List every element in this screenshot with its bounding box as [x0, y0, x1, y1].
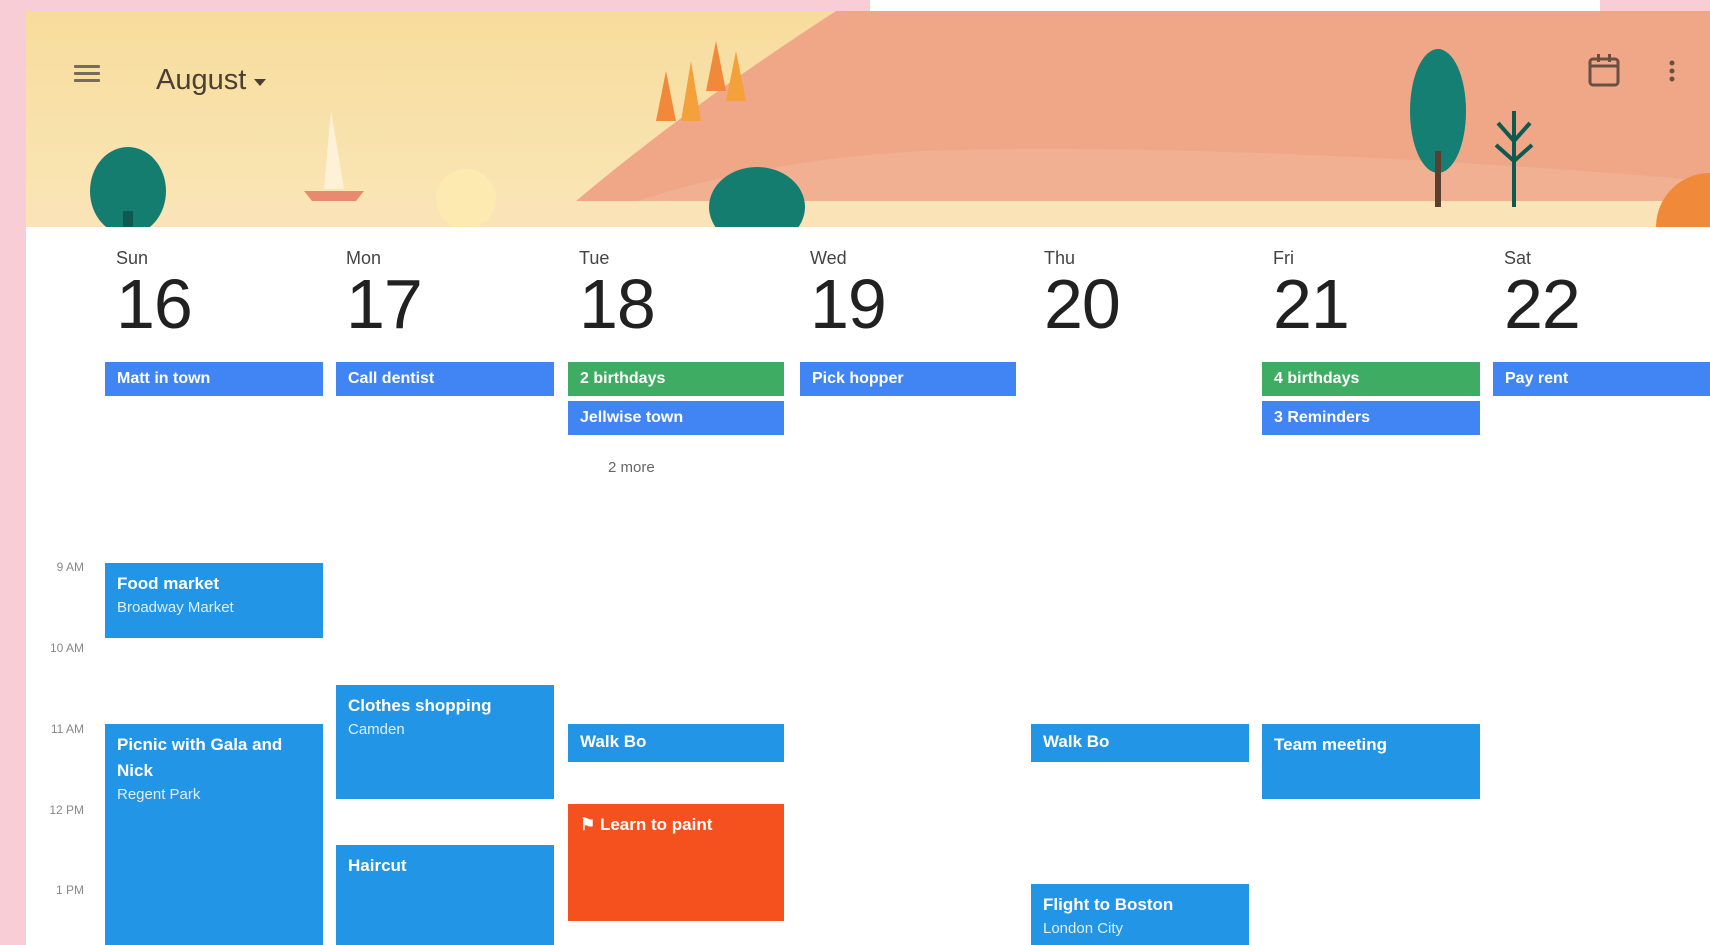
- more-events-link[interactable]: 2 more: [608, 459, 655, 476]
- event-flight-to-boston[interactable]: Flight to Boston London City: [1031, 884, 1249, 945]
- month-selector[interactable]: August: [156, 63, 267, 97]
- time-label: 9 AM: [56, 560, 84, 574]
- all-day-event[interactable]: Jellwise town: [568, 401, 784, 435]
- event-title: Clothes shopping: [348, 696, 492, 715]
- event-walk-bo[interactable]: Walk Bo: [1031, 724, 1249, 762]
- event-location: London City: [1043, 920, 1124, 937]
- hamburger-icon: [74, 65, 100, 68]
- top-strip: [870, 0, 1600, 11]
- calendar-today-icon: [1588, 54, 1620, 87]
- day-header-sun[interactable]: Sun 16: [116, 247, 316, 341]
- event-title: Food market: [117, 574, 220, 593]
- time-label: 1 PM: [55, 883, 84, 897]
- day-header-wed[interactable]: Wed 19: [810, 247, 1010, 341]
- day-number: 21: [1273, 265, 1350, 343]
- day-number: 16: [116, 265, 193, 343]
- time-label: 12 PM: [49, 803, 84, 817]
- event-title: Walk Bo: [1043, 732, 1110, 751]
- day-number: 18: [579, 265, 656, 343]
- all-day-event[interactable]: Call dentist: [336, 362, 554, 396]
- event-title: Picnic with Gala and Nick: [117, 735, 283, 780]
- event-location: Broadway Market: [117, 599, 234, 616]
- menu-button[interactable]: [70, 61, 104, 87]
- header-banner: August: [26, 11, 1710, 227]
- more-options-button[interactable]: [1662, 51, 1682, 91]
- day-header-mon[interactable]: Mon 17: [346, 247, 546, 341]
- all-day-event[interactable]: 2 birthdays: [568, 362, 784, 396]
- day-number: 19: [810, 265, 887, 343]
- event-title: Walk Bo: [580, 732, 647, 751]
- all-day-event[interactable]: Pick hopper: [800, 362, 1016, 396]
- month-label: August: [156, 63, 247, 96]
- landscape-illustration: [26, 11, 1710, 227]
- all-day-event[interactable]: 3 Reminders: [1262, 401, 1480, 435]
- all-day-event[interactable]: 4 birthdays: [1262, 362, 1480, 396]
- day-header-tue[interactable]: Tue 18: [579, 247, 779, 341]
- chevron-down-icon: [254, 78, 267, 86]
- calendar-app: August Sun 16 Mon 17 Tue 18 Wed 19 Thu 2…: [26, 11, 1710, 945]
- all-day-event[interactable]: Pay rent: [1493, 362, 1710, 396]
- event-title: Flight to Boston: [1043, 895, 1174, 914]
- event-team-meeting[interactable]: Team meeting: [1262, 724, 1480, 799]
- day-header-sat[interactable]: Sat 22: [1504, 247, 1704, 341]
- event-haircut[interactable]: Haircut: [336, 845, 554, 945]
- day-number: 22: [1504, 265, 1581, 343]
- day-header-fri[interactable]: Fri 21: [1273, 247, 1473, 341]
- event-food-market[interactable]: Food market Broadway Market: [105, 563, 323, 638]
- all-day-event[interactable]: Matt in town: [105, 362, 323, 396]
- event-picnic[interactable]: Picnic with Gala and Nick Regent Park: [105, 724, 323, 945]
- day-number: 20: [1044, 265, 1121, 343]
- event-title: Team meeting: [1274, 735, 1388, 754]
- event-title: ⚑ Learn to paint: [580, 815, 713, 834]
- event-location: Regent Park: [117, 786, 201, 803]
- today-button[interactable]: [1584, 49, 1624, 89]
- time-label: 10 AM: [49, 641, 84, 655]
- event-clothes-shopping[interactable]: Clothes shopping Camden: [336, 685, 554, 799]
- day-header-thu[interactable]: Thu 20: [1044, 247, 1244, 341]
- event-learn-to-paint[interactable]: ⚑ Learn to paint: [568, 804, 784, 921]
- event-title: Haircut: [348, 856, 407, 875]
- more-vert-icon: [1669, 60, 1675, 82]
- day-number: 17: [346, 265, 423, 343]
- event-location: Camden: [348, 721, 405, 738]
- event-walk-bo[interactable]: Walk Bo: [568, 724, 784, 762]
- flag-icon: ⚑: [580, 815, 600, 834]
- time-label: 11 AM: [50, 722, 84, 736]
